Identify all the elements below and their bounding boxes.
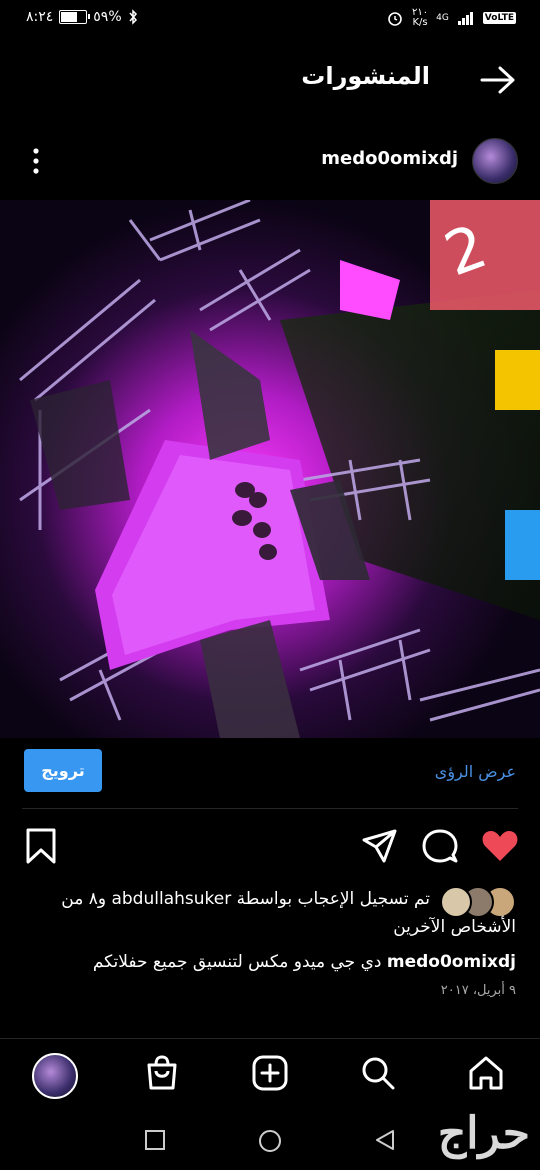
- network-speed-unit: K/s: [412, 17, 428, 28]
- alarm-icon: [388, 12, 402, 26]
- view-insights-link[interactable]: عرض الرؤى: [435, 762, 516, 781]
- post-caption: medo0omixdj دي جي ميدو مكس لتنسيق جميع ح…: [16, 949, 516, 975]
- liker-avatars[interactable]: [440, 886, 516, 918]
- volte-badge: VoLTE: [482, 12, 516, 24]
- add-icon[interactable]: [250, 1053, 290, 1093]
- status-time: ٨:٢٤: [26, 9, 54, 25]
- home-icon[interactable]: [466, 1053, 506, 1093]
- heart-icon[interactable]: [480, 826, 520, 866]
- likes-summary-continued[interactable]: الأشخاص الآخرين: [393, 914, 516, 940]
- battery-percent: ٥٩%: [93, 9, 122, 25]
- event-photo-illustration: 2: [0, 200, 540, 738]
- triangle-back-icon[interactable]: [374, 1129, 396, 1151]
- search-icon[interactable]: [358, 1053, 398, 1093]
- battery-icon: [59, 10, 91, 24]
- haraj-watermark: حراج: [437, 1108, 530, 1159]
- comment-icon[interactable]: [420, 826, 460, 866]
- divider: [22, 808, 518, 809]
- bookmark-icon[interactable]: [22, 826, 62, 866]
- likes-summary[interactable]: تم تسجيل الإعجاب بواسطة abdullahsuker و٨…: [20, 886, 430, 912]
- profile-tab-avatar[interactable]: [32, 1053, 78, 1099]
- share-icon[interactable]: [360, 826, 400, 866]
- status-right: ٢١٠ K/s 4G VoLTE: [386, 8, 516, 28]
- circle-icon[interactable]: [258, 1129, 282, 1153]
- page-title: المنشورات: [301, 62, 430, 90]
- signal-icon: [457, 12, 473, 25]
- status-bar: ٨:٢٤ ٥٩% ٢١٠ K/s 4G VoLTE: [0, 0, 540, 36]
- status-left: ٨:٢٤ ٥٩%: [26, 9, 138, 25]
- square-icon[interactable]: [145, 1130, 165, 1150]
- more-vertical-icon[interactable]: [26, 146, 46, 176]
- shop-icon[interactable]: [142, 1053, 182, 1093]
- profile-avatar[interactable]: [472, 138, 518, 184]
- caption-text: دي جي ميدو مكس لتنسيق جميع حفلاتكم: [92, 952, 382, 972]
- post-date: ٩ أبريل، ٢٠١٧: [440, 983, 516, 998]
- network-speed: ٢١٠ K/s: [412, 8, 428, 28]
- post-username[interactable]: medo0omixdj: [321, 148, 458, 169]
- bottom-nav: [0, 1038, 540, 1111]
- back-arrow-icon[interactable]: [480, 64, 516, 96]
- promote-button[interactable]: ترويج: [24, 749, 102, 792]
- network-type: 4G: [436, 13, 449, 23]
- bluetooth-icon: [129, 9, 137, 25]
- caption-username[interactable]: medo0omixdj: [387, 952, 516, 972]
- post-photo[interactable]: 2: [0, 200, 540, 738]
